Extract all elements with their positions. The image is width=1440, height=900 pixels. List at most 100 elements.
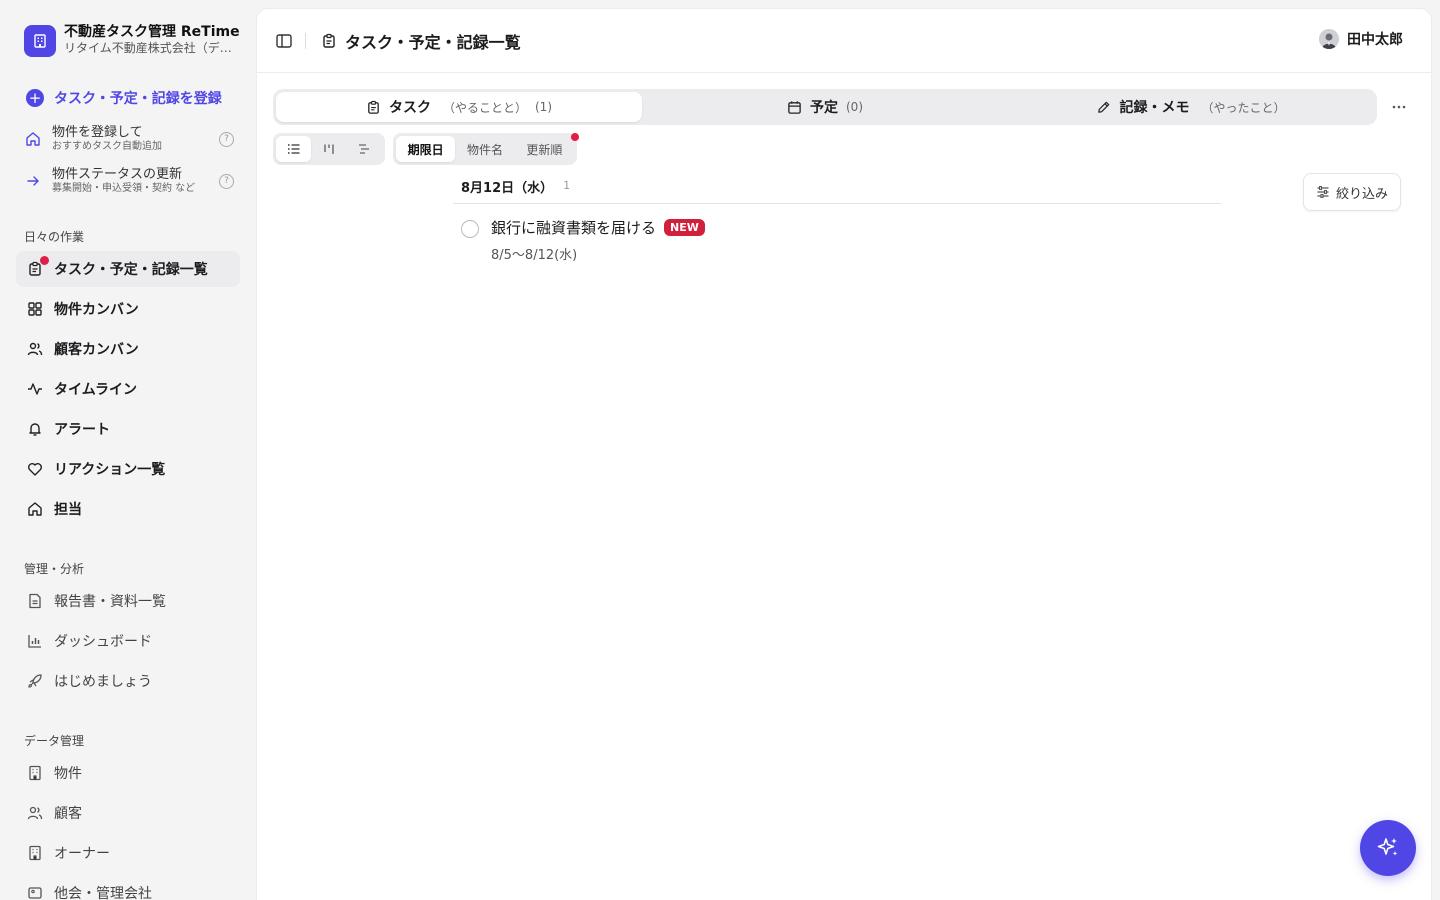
helper-title: 物件を登録して: [52, 125, 143, 140]
sidebar-item-label: 顧客: [54, 806, 82, 822]
sidebar-item-label: 他会・管理会社: [54, 886, 152, 900]
brand-subtitle: リタイム不動産株式会社（デモ）: [64, 41, 234, 55]
user-menu[interactable]: 田中太郎: [1319, 29, 1403, 49]
building-icon: [26, 844, 44, 862]
users-icon: [26, 340, 44, 358]
kanban-view-button[interactable]: [311, 136, 346, 162]
sidebar-item-property-kanban[interactable]: 物件カンバン: [16, 291, 240, 327]
gantt-view-button[interactable]: [347, 136, 382, 162]
home-icon: [26, 500, 44, 518]
tab-label: タスク: [388, 100, 431, 116]
grid-icon: [26, 300, 44, 318]
register-property-helper[interactable]: 物件を登録して おすすめタスク自動追加 ?: [24, 125, 234, 153]
sidebar-item-task-list[interactable]: タスク・予定・記録一覧: [16, 251, 240, 287]
clipboard-icon: [321, 33, 337, 49]
filter-button[interactable]: 絞り込み: [1303, 173, 1401, 211]
notification-dot: [40, 256, 49, 265]
page-title-text: タスク・予定・記録一覧: [345, 33, 521, 52]
bar-chart-icon: [26, 632, 44, 650]
sort-toggle: 期限日 物件名 更新順: [393, 133, 577, 165]
task-title[interactable]: 銀行に融資書類を届ける: [491, 217, 656, 238]
register-button[interactable]: + タスク・予定・記録を登録: [26, 88, 222, 108]
task-date-range: 8/5〜8/12(水): [491, 248, 578, 263]
document-icon: [26, 592, 44, 610]
main-panel: タスク・予定・記録一覧 田中太郎 タスク （やることと） (1) 予定 (0): [256, 8, 1432, 900]
clipboard-icon: [26, 256, 49, 278]
tab-count: (0): [846, 100, 863, 114]
tab-sub: （やることと）: [442, 100, 527, 115]
notification-dot: [571, 133, 579, 141]
more-options-icon[interactable]: [1389, 97, 1409, 117]
bell-icon: [26, 420, 44, 438]
helper-sub: おすすめタスク自動追加: [52, 141, 162, 152]
calendar-icon: [787, 100, 802, 115]
sidebar-item-reports[interactable]: 報告書・資料一覧: [16, 583, 240, 619]
arrow-right-icon: [24, 172, 42, 190]
activity-icon: [26, 380, 44, 398]
sidebar-item-label: 担当: [54, 502, 82, 518]
page-title: タスク・予定・記録一覧: [321, 29, 521, 53]
sidebar-item-dashboard[interactable]: ダッシュボード: [16, 623, 240, 659]
helper-title: 物件ステータスの更新: [52, 167, 183, 182]
group-date: 8月12日（水）: [461, 181, 554, 196]
sidebar-item-label: 物件カンバン: [54, 302, 139, 318]
sidebar-item-reactions[interactable]: リアクション一覧: [16, 451, 240, 487]
sparkles-icon: [1375, 835, 1401, 861]
sidebar-toggle-icon[interactable]: [275, 32, 293, 50]
section-data: データ管理: [24, 734, 85, 748]
image-icon: [26, 884, 44, 900]
task-item: 銀行に融資書類を届ける NEW 8/5〜8/12(水): [461, 217, 705, 263]
ai-assistant-button[interactable]: [1360, 820, 1416, 876]
sidebar-item-properties[interactable]: 物件: [16, 755, 240, 791]
new-badge: NEW: [664, 219, 705, 236]
list-icon: [287, 142, 301, 156]
pencil-icon: [1096, 100, 1111, 115]
tab-records[interactable]: 記録・メモ （やったこと）: [1008, 92, 1374, 122]
sidebar-item-owners[interactable]: オーナー: [16, 835, 240, 871]
sidebar-item-customers[interactable]: 顧客: [16, 795, 240, 831]
sidebar-item-alerts[interactable]: アラート: [16, 411, 240, 447]
sidebar-item-getting-started[interactable]: はじめましょう: [16, 663, 240, 699]
home-icon: [24, 130, 42, 148]
task-checkbox[interactable]: [461, 220, 479, 238]
sidebar-item-label: 報告書・資料一覧: [54, 594, 166, 610]
help-icon[interactable]: ?: [219, 173, 234, 189]
group-count: 1: [563, 179, 571, 192]
tab-count: (1): [535, 100, 552, 114]
sidebar-item-assigned[interactable]: 担当: [16, 491, 240, 527]
divider: [305, 33, 306, 49]
top-bar: タスク・予定・記録一覧 田中太郎: [257, 9, 1431, 73]
section-management: 管理・分析: [24, 562, 85, 576]
sidebar-item-customer-kanban[interactable]: 顧客カンバン: [16, 331, 240, 367]
sort-updated[interactable]: 更新順: [515, 136, 574, 162]
tab-tasks[interactable]: タスク （やることと） (1): [276, 92, 642, 122]
user-name: 田中太郎: [1347, 32, 1403, 48]
sidebar-item-label: 顧客カンバン: [54, 342, 139, 358]
building-logo-icon: [24, 24, 56, 57]
sidebar-item-other-companies[interactable]: 他会・管理会社: [16, 875, 240, 900]
help-icon[interactable]: ?: [219, 131, 234, 147]
sidebar-item-label: 物件: [54, 766, 82, 782]
sidebar-item-label: リアクション一覧: [54, 462, 166, 478]
sidebar-item-timeline[interactable]: タイムライン: [16, 371, 240, 407]
update-status-helper[interactable]: 物件ステータスの更新 募集開始・申込受領・契約 など ?: [24, 167, 234, 195]
filter-label: 絞り込み: [1335, 186, 1388, 202]
tab-label: 記録・メモ: [1119, 100, 1190, 116]
sidebar-item-label: はじめましょう: [54, 674, 152, 690]
building-icon: [26, 764, 44, 782]
content-tabs: タスク （やることと） (1) 予定 (0) 記録・メモ （やったこと）: [273, 89, 1377, 125]
sidebar-item-label: ダッシュボード: [54, 634, 152, 650]
sidebar-item-label: アラート: [54, 422, 110, 438]
sidebar-item-label: タスク・予定・記録一覧: [54, 262, 208, 278]
section-daily: 日々の作業: [24, 230, 85, 244]
tab-schedule[interactable]: 予定 (0): [642, 92, 1008, 122]
sort-due-date[interactable]: 期限日: [396, 136, 456, 162]
gantt-icon: [357, 142, 371, 156]
sliders-icon: [1316, 185, 1330, 199]
plus-icon: +: [26, 89, 44, 107]
sort-property-name[interactable]: 物件名: [455, 136, 514, 162]
list-view-button[interactable]: [276, 136, 312, 162]
users-icon: [26, 804, 44, 822]
brand[interactable]: 不動産タスク管理 ReTime リタイム不動産株式会社（デモ）: [24, 24, 244, 57]
brand-title: 不動産タスク管理 ReTime: [64, 24, 240, 40]
